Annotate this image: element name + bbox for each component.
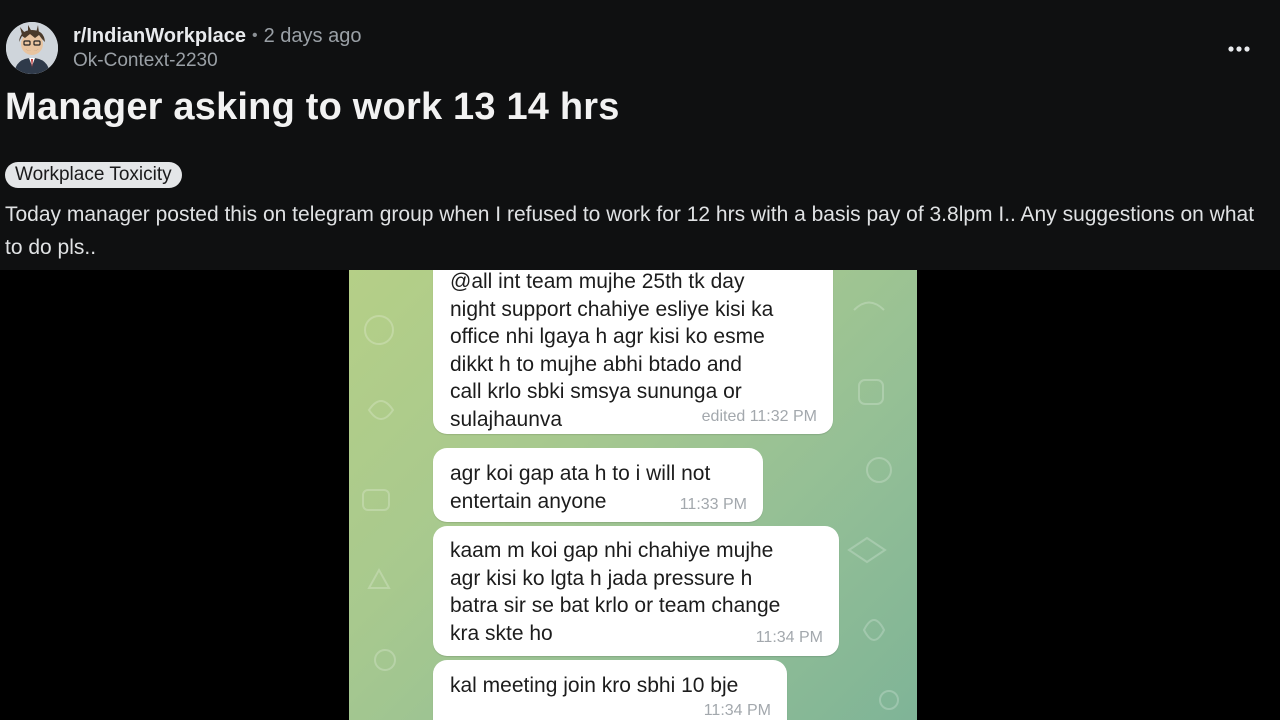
meta-separator: • xyxy=(252,27,258,44)
message-timestamp: 11:34 PM xyxy=(703,702,771,719)
chat-screenshot-image[interactable]: @all int team mujhe 25th tk day night su… xyxy=(349,270,917,720)
post-meta: r/IndianWorkplace • 2 days ago xyxy=(73,24,361,48)
more-options-button[interactable] xyxy=(1226,36,1252,62)
message-text: agr koi gap ata h to i will not entertai… xyxy=(450,462,711,513)
message-timestamp: 11:33 PM xyxy=(679,496,747,513)
subreddit-avatar[interactable] xyxy=(6,22,58,74)
post-header: r/IndianWorkplace • 2 days ago Ok-Contex… xyxy=(0,0,1280,270)
chat-message[interactable]: @all int team mujhe 25th tk day night su… xyxy=(433,270,833,434)
post-title[interactable]: Manager asking to work 13 14 hrs xyxy=(5,86,620,129)
message-timestamp: 11:34 PM xyxy=(755,629,823,646)
chat-message[interactable]: agr koi gap ata h to i will not entertai… xyxy=(433,448,763,522)
message-text: kaam m koi gap nhi chahiye mujhe agr kis… xyxy=(450,539,781,645)
post-body: Today manager posted this on telegram gr… xyxy=(5,203,1255,259)
message-text: kal meeting join kro sbhi 10 bje xyxy=(450,674,739,697)
chat-message[interactable]: kal meeting join kro sbhi 10 bje 11:34 P… xyxy=(433,660,787,720)
post-timestamp: 2 days ago xyxy=(263,24,362,47)
more-options-icon xyxy=(1228,46,1250,52)
avatar-illustration-icon xyxy=(6,22,58,74)
author-username[interactable]: Ok-Context-2230 xyxy=(73,50,218,72)
subreddit-link[interactable]: r/IndianWorkplace xyxy=(73,25,246,48)
post-flair[interactable]: Workplace Toxicity xyxy=(5,162,182,188)
chat-message[interactable]: kaam m koi gap nhi chahiye mujhe agr kis… xyxy=(433,526,839,656)
message-timestamp: edited 11:32 PM xyxy=(701,408,817,425)
